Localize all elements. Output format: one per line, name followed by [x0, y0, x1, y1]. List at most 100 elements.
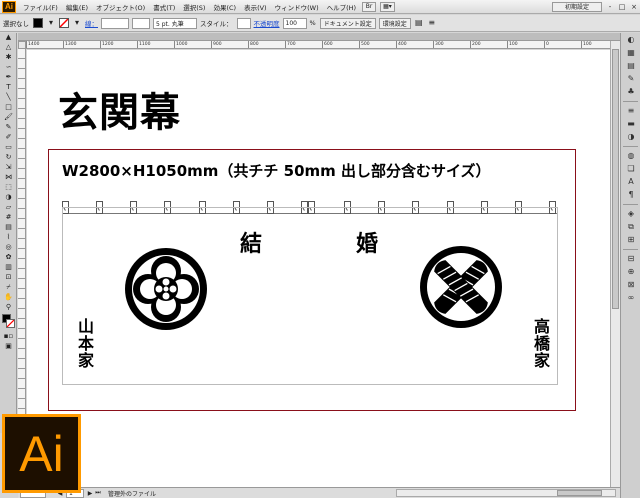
layers-panel-icon[interactable]: ◈ [622, 208, 640, 220]
mokko-crest-icon[interactable] [124, 247, 208, 331]
menu-help[interactable]: ヘルプ(H) [323, 2, 360, 12]
close-icon[interactable]: × [629, 2, 639, 12]
brush-definition-field[interactable]: 5 pt. 丸筆 [153, 17, 197, 29]
symbols-panel-icon[interactable]: ♣ [622, 86, 640, 98]
horizontal-scrollbar[interactable] [396, 489, 616, 497]
line-tool-icon[interactable]: ╲ [1, 93, 16, 102]
artboards-panel-icon[interactable]: ⧉ [622, 221, 640, 233]
fill-dropdown-icon[interactable]: ▾ [46, 18, 56, 28]
lasso-tool-icon[interactable]: ∽ [1, 63, 16, 72]
rectangle-tool-icon[interactable]: □ [1, 103, 16, 112]
bridge-button[interactable]: Br [362, 1, 377, 12]
pencil-tool-icon[interactable]: ✎ [1, 123, 16, 132]
stroke-swatch[interactable] [59, 18, 69, 28]
fill-stroke-widget[interactable] [0, 314, 16, 332]
style-picker[interactable] [236, 17, 251, 29]
artboard-tool-icon[interactable]: ⊡ [1, 273, 16, 282]
document-setup-button[interactable]: ドキュメント設定 [319, 17, 376, 29]
selection-tool-icon[interactable]: ▲ [1, 33, 16, 42]
symbol-sprayer-tool-icon[interactable]: ✿ [1, 253, 16, 262]
free-transform-tool-icon[interactable]: ⬚ [1, 183, 16, 192]
menu-file[interactable]: ファイル(F) [19, 2, 62, 12]
menu-effect[interactable]: 効果(C) [209, 2, 240, 12]
gradient-tool-icon[interactable]: ▤ [1, 223, 16, 232]
shape-builder-tool-icon[interactable]: ◑ [1, 193, 16, 202]
banner-word-left[interactable]: 結 [240, 226, 262, 258]
rotate-tool-icon[interactable]: ↻ [1, 153, 16, 162]
workspace-switcher[interactable]: 初期設定 [552, 1, 602, 12]
transparency-panel-icon[interactable]: ◑ [622, 131, 640, 143]
direct-selection-tool-icon[interactable]: △ [1, 43, 16, 52]
menu-edit[interactable]: 編集(E) [62, 2, 92, 12]
color-panel-icon[interactable]: ◐ [622, 34, 640, 46]
transform-panel-icon[interactable]: ⊠ [622, 279, 640, 291]
dimension-text[interactable]: W2800×H1050mm（共チチ 50mm 出し部分含むサイズ） [62, 160, 491, 181]
magic-wand-tool-icon[interactable]: ✱ [1, 53, 16, 62]
stroke-dropdown-icon[interactable]: ▾ [72, 18, 82, 28]
graphic-styles-icon[interactable]: ❏ [622, 163, 640, 175]
horizontal-ruler[interactable]: 1400 1300 1200 1100 1000 900 800 700 600… [26, 41, 620, 49]
navigator-panel-icon[interactable]: ⊞ [622, 234, 640, 246]
stroke-color-icon[interactable] [6, 319, 15, 328]
menu-window[interactable]: ウィンドウ(W) [271, 2, 323, 12]
width-tool-icon[interactable]: ⋈ [1, 173, 16, 182]
maximize-icon[interactable]: □ [617, 2, 627, 12]
character-panel-icon[interactable]: A [622, 176, 640, 188]
minimize-icon[interactable]: - [605, 2, 615, 12]
fill-swatch[interactable] [33, 18, 43, 28]
blob-brush-tool-icon[interactable]: ✐ [1, 133, 16, 142]
paintbrush-tool-icon[interactable]: 🖌 [1, 113, 16, 122]
swatches-panel-icon[interactable]: ▤ [622, 60, 640, 72]
takanoha-crest-icon[interactable] [419, 245, 503, 329]
color-mode-icon[interactable]: ▪▫ [1, 332, 16, 341]
opacity-field[interactable]: 100 [282, 17, 307, 29]
ruler-origin[interactable] [18, 41, 26, 49]
scale-tool-icon[interactable]: ⇲ [1, 163, 16, 172]
blend-tool-icon[interactable]: ◎ [1, 243, 16, 252]
stroke-weight-field[interactable] [101, 17, 129, 29]
menu-select[interactable]: 選択(S) [179, 2, 209, 12]
vertical-scroll-thumb[interactable] [612, 49, 619, 309]
document-tab[interactable] [18, 33, 620, 41]
vertical-scrollbar[interactable] [610, 41, 620, 487]
menu-type[interactable]: 書式(T) [149, 2, 179, 12]
stroke-link[interactable]: 線： [85, 18, 98, 28]
preferences-button[interactable]: 環境設定 [378, 17, 411, 29]
panel-menu-icon[interactable]: ≡ [427, 18, 437, 28]
banner-word-right[interactable]: 婚 [356, 226, 378, 258]
last-artboard-icon[interactable]: ⏭ [94, 489, 102, 497]
links-panel-icon[interactable]: ∞ [622, 292, 640, 304]
gradient-panel-icon[interactable]: ▬ [622, 118, 640, 130]
hand-tool-icon[interactable]: ✋ [1, 293, 16, 302]
type-tool-icon[interactable]: T [1, 83, 16, 92]
artwork-heading[interactable]: 玄関幕 [58, 80, 181, 138]
stroke-panel-icon[interactable]: ≡ [622, 105, 640, 117]
family-name-left[interactable]: 山本家 [72, 318, 96, 369]
variable-width-field[interactable] [132, 17, 150, 29]
family-name-right[interactable]: 高橋家 [528, 318, 552, 369]
menu-object[interactable]: オブジェクト(O) [92, 2, 149, 12]
column-graph-tool-icon[interactable]: ▥ [1, 263, 16, 272]
ruler-tick: 400 [396, 41, 433, 48]
next-artboard-icon[interactable]: ▶ [86, 490, 94, 497]
zoom-tool-icon[interactable]: ⚲ [1, 303, 16, 312]
mesh-tool-icon[interactable]: # [1, 213, 16, 222]
pathfinder-panel-icon[interactable]: ⊕ [622, 266, 640, 278]
paragraph-panel-icon[interactable]: ¶ [622, 189, 640, 201]
appearance-panel-icon[interactable]: ◍ [622, 150, 640, 162]
file-status-text[interactable]: 管理外のファイル [108, 489, 156, 498]
horizontal-scroll-thumb[interactable] [557, 490, 602, 496]
arrange-documents-button[interactable]: ▦▾ [380, 1, 395, 12]
opacity-link[interactable]: 不透明度 [254, 18, 280, 28]
eyedropper-tool-icon[interactable]: ⌇ [1, 233, 16, 242]
pen-tool-icon[interactable]: ✒ [1, 73, 16, 82]
perspective-grid-tool-icon[interactable]: ▱ [1, 203, 16, 212]
slice-tool-icon[interactable]: ⌿ [1, 283, 16, 292]
color-guide-icon[interactable]: ▦ [622, 47, 640, 59]
arrange-icon[interactable]: ▤ [414, 18, 424, 28]
brushes-panel-icon[interactable]: ✎ [622, 73, 640, 85]
menu-view[interactable]: 表示(V) [240, 2, 271, 12]
screen-mode-icon[interactable]: ▣ [1, 342, 16, 351]
align-panel-icon[interactable]: ⊟ [622, 253, 640, 265]
eraser-tool-icon[interactable]: ▭ [1, 143, 16, 152]
